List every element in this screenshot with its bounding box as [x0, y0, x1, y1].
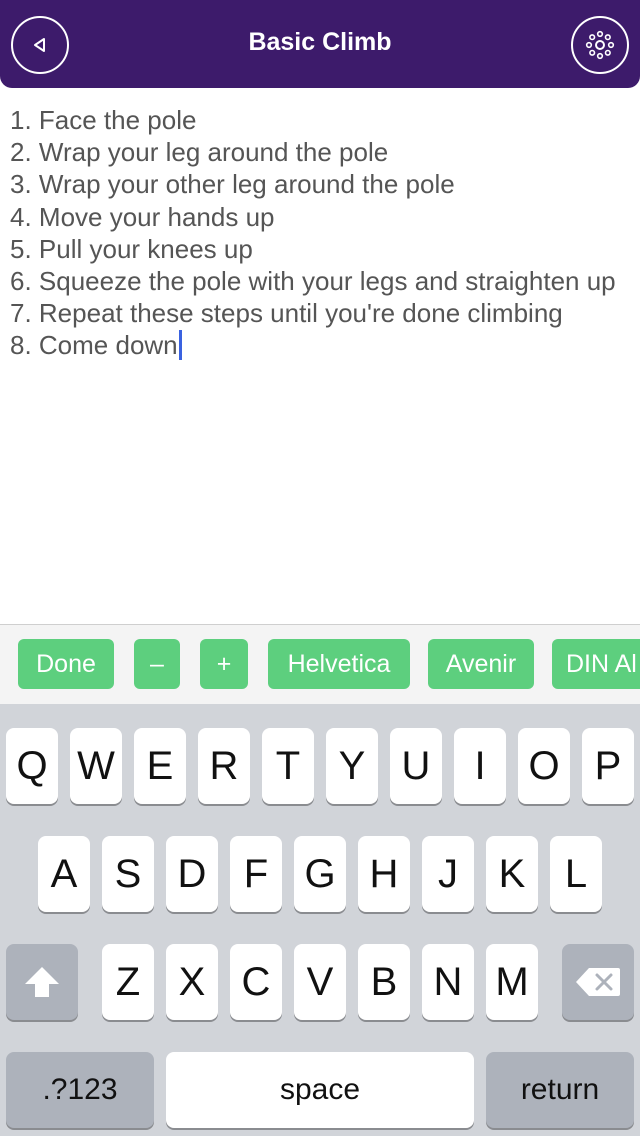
key-c[interactable]: C: [230, 944, 282, 1020]
space-key[interactable]: space: [166, 1052, 474, 1128]
text-line: 6. Squeeze the pole with your legs and s…: [10, 266, 616, 297]
key-j[interactable]: J: [422, 836, 474, 912]
font-din-button[interactable]: DIN Al: [552, 639, 640, 689]
text-caret: [178, 330, 182, 361]
page-title: Basic Climb: [248, 28, 392, 56]
key-g[interactable]: G: [294, 836, 346, 912]
text-line: 8. Come down: [10, 330, 178, 361]
text-line: 4. Move your hands up: [10, 201, 275, 232]
text-line: 5. Pull your knees up: [10, 233, 253, 264]
font-avenir-button[interactable]: Avenir: [428, 639, 534, 689]
done-button[interactable]: Done: [18, 639, 114, 689]
key-e[interactable]: E: [134, 728, 186, 804]
key-h[interactable]: H: [358, 836, 410, 912]
key-z[interactable]: Z: [102, 944, 154, 1020]
key-w[interactable]: W: [70, 728, 122, 804]
key-f[interactable]: F: [230, 836, 282, 912]
text-line-last: 8. Come down: [10, 329, 635, 361]
gear-dots-icon: [585, 30, 615, 60]
shift-arrow-icon: [25, 967, 59, 997]
key-x[interactable]: X: [166, 944, 218, 1020]
key-r[interactable]: R: [198, 728, 250, 804]
text-line: 3. Wrap your other leg around the pole: [10, 169, 455, 200]
return-key[interactable]: return: [486, 1052, 634, 1128]
key-a[interactable]: A: [38, 836, 90, 912]
text-line: 2. Wrap your leg around the pole: [10, 137, 389, 168]
backspace-key[interactable]: [562, 944, 634, 1020]
nav-header: Basic Climb: [0, 0, 640, 88]
text-line: 7. Repeat these steps until you're done …: [10, 298, 563, 329]
text-line: 1. Face the pole: [10, 105, 197, 135]
shift-key[interactable]: [6, 944, 78, 1020]
key-o[interactable]: O: [518, 728, 570, 804]
settings-button[interactable]: [571, 16, 629, 74]
key-t[interactable]: T: [262, 728, 314, 804]
numbers-key[interactable]: .?123: [6, 1052, 154, 1128]
key-s[interactable]: S: [102, 836, 154, 912]
key-k[interactable]: K: [486, 836, 538, 912]
format-toolbar: Done – + Helvetica Avenir DIN Al: [0, 624, 640, 704]
key-b[interactable]: B: [358, 944, 410, 1020]
key-i[interactable]: I: [454, 728, 506, 804]
key-u[interactable]: U: [390, 728, 442, 804]
note-text-editor[interactable]: 1. Face the pole 2. Wrap your leg around…: [10, 104, 635, 619]
key-p[interactable]: P: [582, 728, 634, 804]
onscreen-keyboard: Q W E R T Y U I O P A S D F G H J K L Z …: [0, 704, 640, 1136]
increase-font-button[interactable]: +: [200, 639, 248, 689]
key-m[interactable]: M: [486, 944, 538, 1020]
font-helvetica-button[interactable]: Helvetica: [268, 639, 410, 689]
backspace-icon: [576, 968, 620, 996]
key-q[interactable]: Q: [6, 728, 58, 804]
key-d[interactable]: D: [166, 836, 218, 912]
key-y[interactable]: Y: [326, 728, 378, 804]
key-n[interactable]: N: [422, 944, 474, 1020]
decrease-font-button[interactable]: –: [134, 639, 180, 689]
key-l[interactable]: L: [550, 836, 602, 912]
key-v[interactable]: V: [294, 944, 346, 1020]
